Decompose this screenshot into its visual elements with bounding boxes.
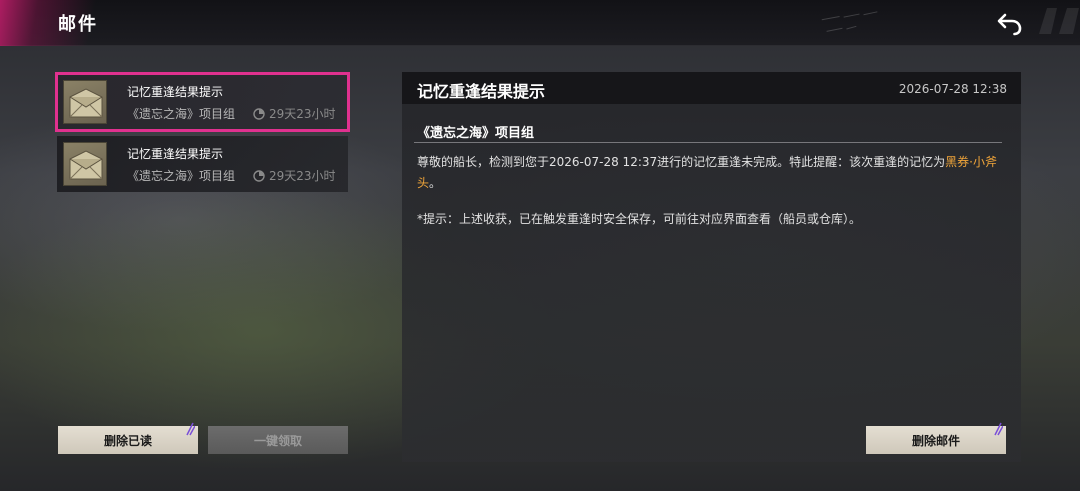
delete-read-label: 删除已读 [103, 433, 152, 448]
mail-expiry-text: 29天23小时 [269, 169, 336, 183]
mail-sender: 《遗忘之海》项目组 [127, 107, 236, 121]
header-watermark [1035, 4, 1080, 49]
mail-detail-date: 2026-07-28 12:38 [898, 82, 1007, 96]
mail-subject: 记忆重逢结果提示 [127, 147, 224, 161]
delete-mail-label: 删除邮件 [911, 433, 960, 448]
clock-icon [253, 169, 265, 182]
mail-thumbnail [63, 80, 107, 124]
mail-detail-sender: 《遗忘之海》项目组 [417, 126, 535, 141]
mail-expiry: 29天23小时 [253, 105, 336, 122]
mail-list-item[interactable]: 记忆重逢结果提示 《遗忘之海》项目组 29天23小时 [55, 72, 350, 132]
mail-detail-panel: 记忆重逢结果提示 2026-07-28 12:38 《遗忘之海》项目组 尊敬的船… [402, 72, 1021, 462]
mail-subject: 记忆重逢结果提示 [127, 85, 224, 99]
claim-all-button[interactable]: 一键领取 [208, 426, 348, 454]
mail-detail-note: *提示：上述收获，已在触发重逢时安全保存，可前往对应界面查看（船员或仓库）。 [417, 212, 862, 226]
back-button[interactable] [994, 8, 1026, 40]
top-bar: 邮件 [0, 0, 1080, 46]
mail-body-suffix: 。 [429, 176, 442, 190]
page-title: 邮件 [58, 14, 98, 35]
back-arrow-icon [997, 13, 1022, 36]
envelope-icon [69, 150, 103, 180]
divider [414, 142, 1002, 143]
clock-icon [253, 107, 265, 120]
mail-sender: 《遗忘之海》项目组 [127, 169, 236, 183]
delete-read-button[interactable]: 删除已读 [58, 422, 198, 454]
mail-detail-header: 记忆重逢结果提示 2026-07-28 12:38 [402, 72, 1021, 104]
corner-accent-icon [994, 422, 1003, 436]
mail-expiry: 29天23小时 [253, 167, 336, 184]
mail-detail-body: 尊敬的船长，检测到您于2026-07-28 12:37进行的记忆重逢未完成。特此… [417, 152, 1012, 194]
mail-body-text: 尊敬的船长，检测到您于2026-07-28 12:37进行的记忆重逢未完成。特此… [417, 155, 946, 169]
corner-accent-icon [186, 422, 195, 436]
claim-all-label: 一键领取 [253, 433, 302, 448]
mail-thumbnail [63, 142, 107, 186]
envelope-icon [69, 88, 103, 118]
mail-detail-title: 记忆重逢结果提示 [417, 82, 546, 101]
header-decoration [819, 2, 931, 40]
delete-mail-button[interactable]: 删除邮件 [866, 422, 1006, 454]
mail-expiry-text: 29天23小时 [269, 107, 336, 121]
mail-list-item[interactable]: 记忆重逢结果提示 《遗忘之海》项目组 29天23小时 [57, 136, 348, 192]
